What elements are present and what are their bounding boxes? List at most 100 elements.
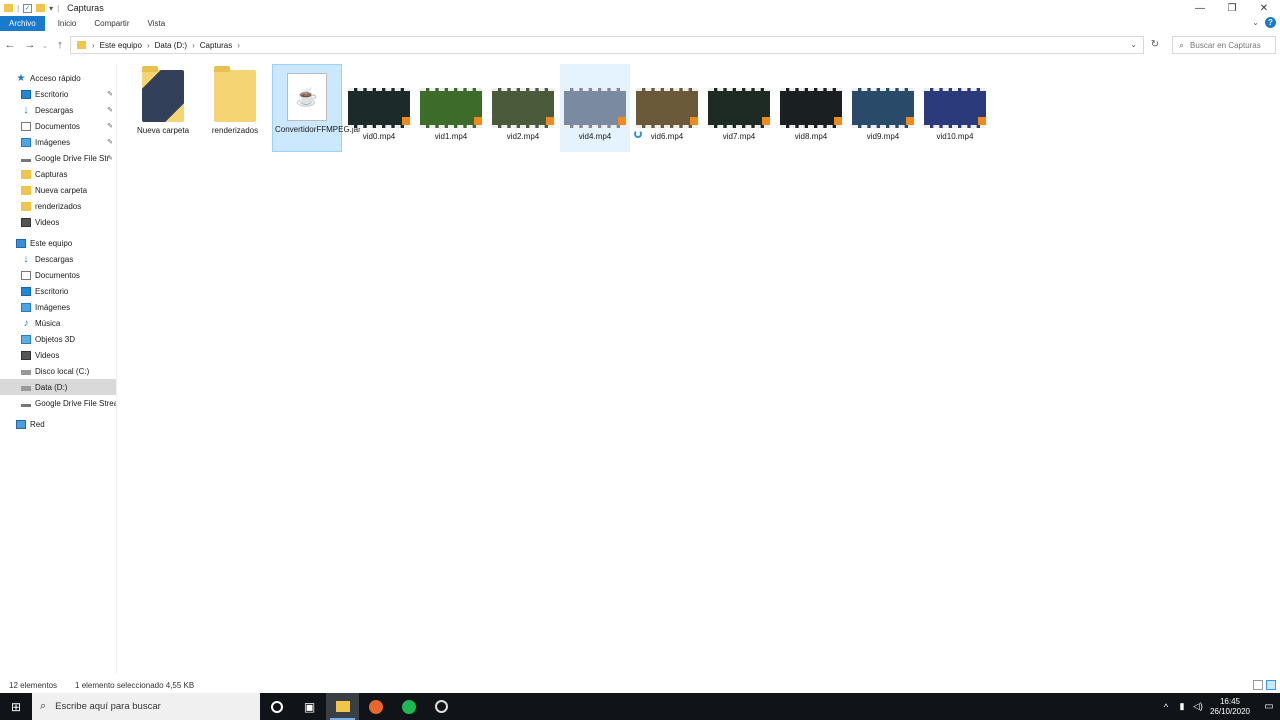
up-arrow-icon[interactable]: ↑ [50,39,70,51]
search-icon: ⌕ [40,700,47,712]
customize-toolbar-icon[interactable]: ▾ [49,4,53,13]
spotify-icon[interactable] [392,693,425,720]
chevron-up-icon[interactable]: ^ [1158,702,1174,712]
sidebar-item[interactable]: Data (D:) [0,379,116,395]
expand-ribbon-icon[interactable]: ⌄ [1252,18,1259,27]
sidebar-item[interactable]: Este equipo [0,235,116,251]
sidebar-item-label: Descargas [35,254,74,264]
file-name: vid7.mp4 [722,132,756,141]
file-item[interactable]: ☕ ConvertidorFFMPEG.jar [272,64,361,152]
forward-arrow-icon[interactable]: → [20,39,40,51]
tab-archivo[interactable]: Archivo [0,16,45,31]
sidebar-item[interactable]: Google Drive File Stream [0,395,116,411]
pin-icon[interactable]: ✎ [107,154,113,162]
chevron-right-icon[interactable]: › [237,41,240,50]
sidebar-item[interactable]: Capturas [0,166,116,182]
sidebar-item[interactable]: ↓ Descargas [0,251,116,267]
sidebar-item[interactable]: ★ Acceso rápido [0,70,116,86]
pin-icon[interactable]: ✎ [107,106,113,114]
chevron-right-icon[interactable]: › [192,41,195,50]
clock[interactable]: 16:45 26/10/2020 [1210,697,1250,717]
tab-inicio[interactable]: Inicio [49,16,86,31]
file-item[interactable]: vid8.mp4 [776,64,846,152]
sidebar-item[interactable]: Objetos 3D [0,331,116,347]
breadcrumb-data-d[interactable]: Data (D:) [155,41,187,50]
back-arrow-icon[interactable]: ← [0,39,20,51]
chevron-right-icon[interactable]: › [92,41,95,50]
pin-icon[interactable]: ✎ [107,122,113,130]
sidebar-item[interactable]: Imágenes [0,299,116,315]
sidebar-item[interactable]: Documentos ✎ [0,118,116,134]
breadcrumb-este-equipo[interactable]: Este equipo [100,41,142,50]
taskbar: ⊞ ⌕ Escribe aquí para buscar ▣ ^ ▮ ◁) 16… [0,693,1280,720]
details-view-icon[interactable] [1253,680,1263,690]
vlc-badge-icon [402,117,410,125]
breadcrumb-capturas[interactable]: Capturas [200,41,232,50]
video-thumbnail [492,88,554,128]
separator: | [57,3,60,13]
close-button[interactable]: ✕ [1248,0,1280,16]
sidebar-item-label: Data (D:) [35,382,68,392]
new-folder-icon[interactable] [36,4,46,12]
file-item[interactable]: renderizados [200,64,270,152]
chevron-down-icon[interactable]: ⌄ [1130,40,1137,49]
sidebar-item-label: Capturas [35,169,68,179]
sidebar-item[interactable]: Google Drive File Str ✎ [0,150,116,166]
file-item[interactable]: vid10.mp4 [920,64,990,152]
sidebar-item[interactable]: ↓ Descargas ✎ [0,102,116,118]
sidebar-item[interactable]: Imágenes ✎ [0,134,116,150]
sidebar-item[interactable]: Videos [0,347,116,363]
microphone-icon[interactable]: ▮ [1174,701,1190,712]
minimize-button[interactable]: — [1184,0,1216,16]
file-explorer-taskbar-icon[interactable] [326,693,359,720]
restore-button[interactable]: ❐ [1216,0,1248,16]
obs-icon[interactable] [425,693,458,720]
file-item[interactable]: vid9.mp4 [848,64,918,152]
file-item[interactable]: vid6.mp4 [632,64,702,152]
notifications-icon[interactable]: ▭ [1258,701,1280,712]
large-icons-view-icon[interactable] [1266,680,1276,690]
file-name: vid2.mp4 [506,132,540,141]
quick-access-toolbar: | ✓ ▾ | [0,3,60,13]
help-icon[interactable]: ? [1265,17,1276,28]
file-item[interactable]: vid0.mp4 [344,64,414,152]
tab-compartir[interactable]: Compartir [85,16,138,31]
sidebar-item[interactable]: Nueva carpeta [0,182,116,198]
chevron-right-icon[interactable]: › [147,41,150,50]
properties-icon[interactable]: ✓ [23,3,33,13]
volume-icon[interactable]: ◁) [1190,701,1206,712]
task-view-icon[interactable]: ▣ [293,693,326,720]
address-bar[interactable]: › Este equipo › Data (D:) › Capturas › ⌄ [70,36,1144,54]
downloads-icon: ↓ [23,252,29,265]
sidebar-item[interactable]: Documentos [0,267,116,283]
file-item[interactable]: Nueva carpeta [128,64,198,152]
folder-icon [21,201,31,211]
file-item[interactable]: vid4.mp4 [560,64,630,152]
file-item[interactable]: vid7.mp4 [704,64,774,152]
system-tray: ^ ▮ ◁) 16:45 26/10/2020 ▭ [1158,693,1280,720]
refresh-icon[interactable]: ↻ [1146,36,1164,54]
firefox-icon[interactable] [359,693,392,720]
taskbar-search-input[interactable]: ⌕ Escribe aquí para buscar [32,693,260,720]
network-icon [16,419,26,429]
pin-icon[interactable]: ✎ [107,138,113,146]
sidebar-item-label: Escritorio [35,286,69,296]
sidebar-item[interactable]: Escritorio ✎ [0,86,116,102]
sidebar-item[interactable]: Red [0,416,116,432]
recent-locations-icon[interactable]: ⌄ [40,41,50,50]
sidebar-item-label: Escritorio [35,89,69,99]
file-item[interactable]: vid2.mp4 [488,64,558,152]
sidebar-item[interactable]: ♪ Música [0,315,116,331]
sidebar-item[interactable]: Disco local (C:) [0,363,116,379]
tab-vista[interactable]: Vista [139,16,175,31]
search-input[interactable]: ⌕ Buscar en Capturas [1172,36,1276,54]
sidebar-item[interactable]: Videos [0,214,116,230]
file-name: vid8.mp4 [794,132,828,141]
windows-start-icon[interactable]: ⊞ [0,693,32,720]
pin-icon[interactable]: ✎ [107,90,113,98]
taskbar-search-placeholder: Escribe aquí para buscar [55,701,161,712]
cortana-icon[interactable] [260,693,293,720]
sidebar-item[interactable]: Escritorio [0,283,116,299]
sidebar-item[interactable]: renderizados [0,198,116,214]
file-item[interactable]: vid1.mp4 [416,64,486,152]
